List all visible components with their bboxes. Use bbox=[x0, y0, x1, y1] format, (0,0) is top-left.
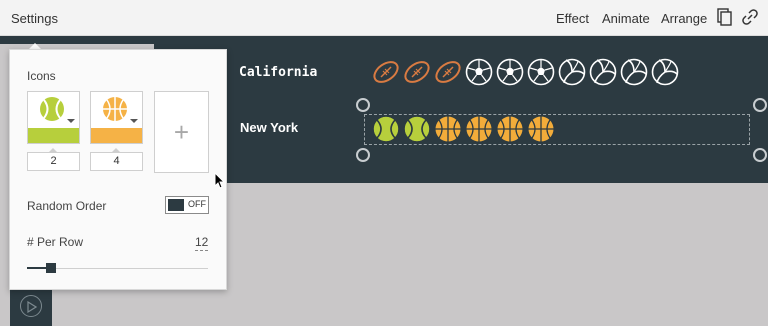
icon-swatch-basketball[interactable] bbox=[90, 91, 143, 144]
per-row-slider-handle[interactable] bbox=[45, 263, 56, 273]
resize-handle-top-left[interactable] bbox=[356, 98, 370, 112]
tennis-count-field[interactable]: 2 bbox=[27, 152, 80, 171]
basketball-icon bbox=[103, 97, 127, 121]
soccer-icon bbox=[527, 58, 555, 86]
icons-heading: Icons bbox=[27, 69, 56, 83]
arrange-button[interactable]: Arrange bbox=[661, 11, 707, 26]
tennis-ball-icon bbox=[40, 97, 64, 121]
basketball-count-field[interactable]: 4 bbox=[90, 152, 143, 171]
volleyball-icon bbox=[620, 58, 648, 86]
row-label-california: California bbox=[239, 65, 318, 80]
chevron-down-icon[interactable] bbox=[130, 119, 138, 123]
chevron-down-icon[interactable] bbox=[67, 119, 75, 123]
football-icon bbox=[435, 61, 461, 83]
random-order-toggle[interactable]: OFF bbox=[165, 196, 209, 214]
football-icon bbox=[373, 61, 399, 83]
top-toolbar: Settings Effect Animate Arrange bbox=[0, 0, 768, 36]
resize-handle-bottom-left[interactable] bbox=[356, 148, 370, 162]
effect-button[interactable]: Effect bbox=[556, 11, 589, 26]
soccer-icon bbox=[496, 58, 524, 86]
color-bar[interactable] bbox=[28, 128, 79, 143]
settings-tab[interactable]: Settings bbox=[11, 11, 58, 26]
resize-handle-top-right[interactable] bbox=[753, 98, 767, 112]
play-button[interactable] bbox=[20, 295, 42, 317]
settings-popover: Icons 2 4 + Random Order OFF # Per Row 1… bbox=[9, 49, 227, 290]
link-icon[interactable] bbox=[740, 7, 760, 27]
volleyball-icon bbox=[589, 58, 617, 86]
row-label-new-york: New York bbox=[240, 120, 299, 135]
copy-icon[interactable] bbox=[714, 7, 734, 27]
california-icon-row bbox=[371, 57, 680, 87]
animate-button[interactable]: Animate bbox=[602, 11, 650, 26]
random-order-label: Random Order bbox=[27, 199, 107, 213]
toggle-knob bbox=[168, 199, 184, 211]
volleyball-icon bbox=[558, 58, 586, 86]
add-icon-button[interactable]: + bbox=[154, 91, 209, 173]
football-icon bbox=[404, 61, 430, 83]
icon-swatch-tennis[interactable] bbox=[27, 91, 80, 144]
color-bar[interactable] bbox=[91, 128, 142, 143]
play-icon bbox=[27, 301, 37, 313]
per-row-value[interactable]: 12 bbox=[195, 235, 209, 251]
canvas-edge bbox=[0, 36, 154, 44]
selection-box[interactable] bbox=[364, 114, 750, 145]
mouse-cursor-icon bbox=[214, 172, 226, 189]
resize-handle-bottom-right[interactable] bbox=[753, 148, 767, 162]
soccer-icon bbox=[465, 58, 493, 86]
per-row-label: # Per Row bbox=[27, 235, 84, 249]
toggle-state: OFF bbox=[188, 199, 206, 209]
volleyball-icon bbox=[651, 58, 679, 86]
